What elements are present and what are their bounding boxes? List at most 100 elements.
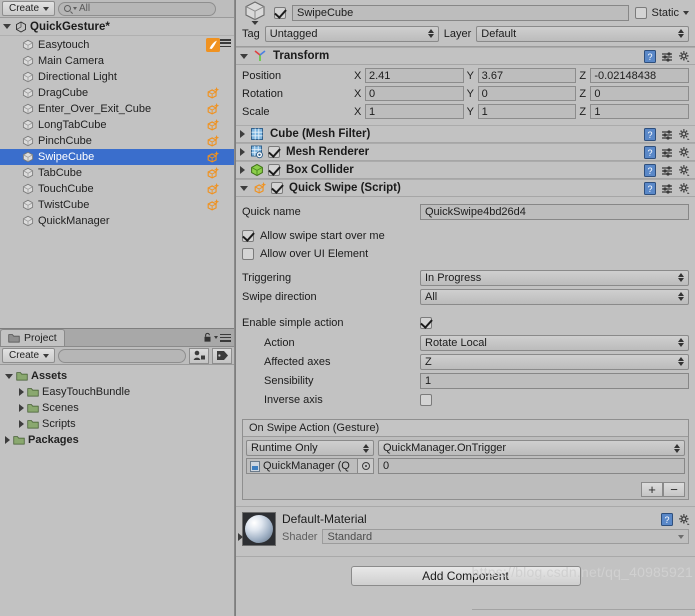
chevron-down-icon[interactable]	[5, 373, 13, 379]
scale-z-input[interactable]: 1	[590, 104, 690, 119]
triggering-dropdown[interactable]: In Progress	[420, 269, 689, 286]
chevron-right-icon[interactable]	[240, 148, 245, 156]
hierarchy-item-pinchcube[interactable]: PinchCube	[0, 133, 234, 149]
component-header-quick-swipe-script[interactable]: Quick Swipe (Script)?	[236, 179, 695, 197]
component-enabled-checkbox[interactable]	[268, 146, 280, 158]
gear-icon[interactable]	[678, 513, 691, 526]
hierarchy-create-button[interactable]: Create	[2, 1, 56, 16]
material-header-icons[interactable]: ?	[661, 513, 691, 526]
gear-icon[interactable]	[678, 146, 691, 159]
gear-icon[interactable]	[678, 164, 691, 177]
event-mode-dropdown[interactable]: Runtime Only	[246, 440, 374, 456]
affected-axes-dropdown[interactable]: Z	[420, 353, 689, 370]
gear-icon[interactable]	[678, 50, 691, 63]
chevron-right-icon[interactable]	[19, 404, 24, 412]
event-object-field[interactable]: QuickManager (Q	[246, 458, 374, 474]
hierarchy-item-dragcube[interactable]: DragCube	[0, 85, 234, 101]
project-item-assets[interactable]: Assets	[0, 368, 234, 384]
hierarchy-item-swipecube[interactable]: SwipeCube	[0, 149, 234, 165]
project-item-easytouchbundle[interactable]: EasyTouchBundle	[0, 384, 234, 400]
enable-simple-action-checkbox[interactable]	[420, 317, 432, 329]
chevron-down-icon[interactable]	[240, 53, 248, 59]
hierarchy-search-input[interactable]: All	[58, 1, 216, 16]
chevron-right-icon[interactable]	[240, 166, 245, 174]
chevron-right-icon[interactable]	[19, 388, 24, 396]
preset-icon[interactable]	[661, 165, 673, 177]
project-create-button[interactable]: Create	[2, 348, 56, 363]
help-icon[interactable]: ?	[644, 164, 656, 177]
project-item-packages[interactable]: Packages	[0, 432, 234, 448]
project-panel-menu[interactable]	[203, 332, 231, 343]
project-item-scenes[interactable]: Scenes	[0, 400, 234, 416]
rotation-y-input[interactable]: 0	[477, 86, 577, 101]
shader-dropdown[interactable]: Standard	[322, 529, 689, 544]
scene-row[interactable]: QuickGesture*	[0, 18, 234, 47]
help-icon[interactable]: ?	[661, 513, 673, 526]
component-header-icons[interactable]: ?	[644, 128, 691, 141]
sensibility-input[interactable]: 1	[420, 372, 689, 389]
hierarchy-item-easytouch[interactable]: Easytouch	[0, 37, 234, 53]
component-header-icons[interactable]: ?	[644, 182, 691, 195]
project-search-input[interactable]	[58, 348, 186, 363]
layer-dropdown[interactable]: Default	[476, 25, 689, 42]
chevron-down-icon[interactable]	[3, 24, 11, 29]
static-toggle-group[interactable]: Static	[635, 7, 689, 19]
hierarchy-item-directional light[interactable]: Directional Light	[0, 69, 234, 85]
hierarchy-item-main camera[interactable]: Main Camera	[0, 53, 234, 69]
component-enabled-checkbox[interactable]	[271, 182, 283, 194]
event-argument-input[interactable]: 0	[378, 458, 685, 474]
help-icon[interactable]: ?	[644, 146, 656, 159]
component-header-transform[interactable]: Transform ?	[236, 47, 695, 65]
chevron-down-icon[interactable]	[683, 11, 689, 15]
object-picker-button[interactable]	[357, 459, 373, 473]
chevron-down-icon[interactable]	[240, 185, 248, 191]
tab-project[interactable]: Project	[0, 329, 65, 346]
filter-by-label-button[interactable]	[212, 347, 232, 364]
component-header-mesh-renderer[interactable]: Mesh Renderer?	[236, 143, 695, 161]
hierarchy-list[interactable]: Easytouch Main Camera Directional Light Dra…	[0, 37, 234, 328]
gear-icon[interactable]	[678, 182, 691, 195]
component-header-icons[interactable]: ?	[644, 164, 691, 177]
hierarchy-item-tabcube[interactable]: TabCube	[0, 165, 234, 181]
filter-by-type-button[interactable]	[189, 347, 209, 364]
lock-icon[interactable]	[203, 332, 212, 343]
help-icon[interactable]: ?	[644, 50, 656, 63]
preset-icon[interactable]	[661, 183, 673, 195]
position-y-input[interactable]: 3.67	[477, 68, 577, 83]
allow-over-ui-checkbox[interactable]	[242, 248, 254, 260]
chevron-right-icon[interactable]	[5, 436, 10, 444]
event-remove-button[interactable]: −	[663, 481, 685, 497]
action-dropdown[interactable]: Rotate Local	[420, 334, 689, 351]
hierarchy-item-quickmanager[interactable]: QuickManager	[0, 213, 234, 229]
inverse-axis-checkbox[interactable]	[420, 393, 432, 406]
quick-name-input[interactable]: QuickSwipe4bd26d4	[420, 204, 689, 220]
chevron-right-icon[interactable]	[240, 130, 245, 138]
preset-icon[interactable]	[661, 147, 673, 159]
help-icon[interactable]: ?	[644, 128, 656, 141]
preset-icon[interactable]	[661, 129, 673, 141]
hierarchy-item-touchcube[interactable]: TouchCube	[0, 181, 234, 197]
chevron-right-icon[interactable]	[238, 533, 243, 541]
gameobject-name-input[interactable]: SwipeCube	[292, 5, 630, 21]
event-add-button[interactable]: +	[641, 481, 663, 497]
gear-icon[interactable]	[678, 128, 691, 141]
component-enabled-checkbox[interactable]	[268, 164, 280, 176]
chevron-right-icon[interactable]	[19, 420, 24, 428]
position-z-input[interactable]: -0.02148438	[590, 68, 690, 83]
project-tree[interactable]: Assets EasyTouchBundle Scenes Scripts Packag…	[0, 365, 234, 448]
swipe-direction-dropdown[interactable]: All	[420, 288, 689, 305]
component-header-icons[interactable]: ?	[644, 146, 691, 159]
preset-icon[interactable]	[661, 51, 673, 63]
position-x-input[interactable]: 2.41	[365, 68, 464, 83]
project-item-scripts[interactable]: Scripts	[0, 416, 234, 432]
gameobject-enabled-checkbox[interactable]	[274, 7, 286, 19]
help-icon[interactable]: ?	[644, 182, 656, 195]
tag-dropdown[interactable]: Untagged	[264, 25, 439, 42]
hierarchy-item-longtabcube[interactable]: LongTabCube	[0, 117, 234, 133]
component-header-box-collider[interactable]: Box Collider?	[236, 161, 695, 179]
scale-y-input[interactable]: 1	[477, 104, 577, 119]
static-checkbox[interactable]	[635, 7, 648, 19]
hierarchy-item-twistcube[interactable]: TwistCube	[0, 197, 234, 213]
component-header-icons[interactable]: ?	[644, 50, 691, 63]
hierarchy-item-enter_over_exit_cube[interactable]: Enter_Over_Exit_Cube	[0, 101, 234, 117]
